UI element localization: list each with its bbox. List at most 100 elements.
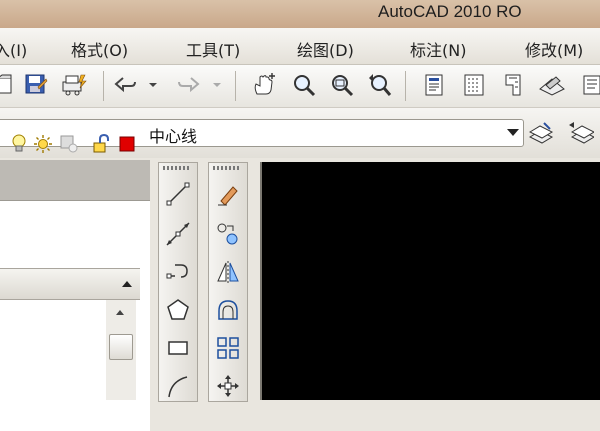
current-layer-name: 中心线 [149,127,198,146]
array-button[interactable] [213,333,243,363]
sheet-set-button[interactable] [576,71,600,99]
redo-dropdown[interactable] [210,71,224,99]
polyline-icon [166,264,188,279]
erase-icon [218,186,238,206]
sheet-set-icon [583,75,600,95]
menu-dimension[interactable]: 标注(N) [410,37,466,61]
markup-button[interactable] [538,71,566,99]
panel-list [0,300,104,400]
open-icon [0,74,12,94]
drawing-canvas[interactable] [260,162,600,400]
arc-icon [168,376,188,398]
menu-bar: 入(I) 格式(O) 工具(T) 绘图(D) 标注(N) 修改(M) [0,28,600,65]
properties-icon [425,74,443,96]
chevron-down-icon [149,83,157,87]
layer-combo[interactable]: 中心线 [0,119,524,153]
construction-line-button[interactable] [163,219,193,249]
viewport-sun-icon [60,135,78,153]
unlock-icon [93,134,109,153]
erase-button[interactable] [213,179,243,209]
layer-freeze-toggle[interactable] [33,134,53,154]
copy-button[interactable] [213,219,243,249]
design-center-icon [464,74,484,96]
menu-tools[interactable]: 工具(T) [186,37,240,61]
layer-viewport-freeze-toggle[interactable] [59,134,79,154]
menu-modify[interactable]: 修改(M) [525,37,583,61]
lightbulb-icon [12,134,26,152]
plot-button[interactable] [60,71,88,99]
color-swatch-icon [119,136,135,152]
properties-button[interactable] [420,71,448,99]
line-icon [166,182,190,206]
zoom-previous-icon [369,74,392,96]
zoom-window-icon [332,75,354,97]
scroll-up-arrow-icon[interactable] [116,310,124,315]
array-icon [217,337,239,359]
save-icon [25,74,48,94]
draw-toolbar [158,162,198,402]
layer-stack-icon [528,122,554,144]
redo-button[interactable] [174,71,202,99]
zoom-window-button[interactable] [328,71,356,99]
toolbar-grip[interactable] [163,166,191,170]
toolbar-grip[interactable] [213,166,241,170]
design-center-button[interactable] [460,71,488,99]
copy-icon [217,223,238,245]
tool-palettes-button[interactable] [500,71,528,99]
toolbar-separator [235,71,236,101]
pan-icon [254,73,275,95]
polyline-button[interactable] [163,257,193,287]
left-dock-panel [0,160,150,431]
collapse-arrow-icon[interactable] [122,281,132,287]
vertical-scrollbar[interactable] [106,300,136,400]
undo-dropdown[interactable] [146,71,160,99]
offset-icon [218,300,238,320]
modify-toolbar [208,162,248,402]
layer-lock-toggle[interactable] [91,134,111,154]
undo-icon [114,77,136,93]
markup-icon [539,76,565,96]
offset-button[interactable] [213,295,243,325]
scroll-thumb[interactable] [109,334,133,360]
layer-properties-button[interactable] [528,120,554,146]
save-button[interactable] [22,71,50,99]
zoom-realtime-icon [294,75,316,97]
chevron-down-icon[interactable] [507,129,519,136]
menu-draw[interactable]: 绘图(D) [297,37,354,61]
menu-insert[interactable]: 入(I) [0,37,27,61]
rectangle-icon [168,341,188,355]
layer-on-toggle[interactable] [9,134,29,154]
undo-button[interactable] [112,71,140,99]
menu-format[interactable]: 格式(O) [71,37,128,61]
panel-header [0,160,150,200]
mirror-icon [217,261,239,283]
zoom-previous-button[interactable] [366,71,394,99]
mirror-button[interactable] [213,257,243,287]
pan-button[interactable] [250,71,278,99]
chevron-down-icon [213,83,221,87]
tool-palettes-icon [505,74,521,96]
sun-icon [34,135,52,153]
zoom-realtime-button[interactable] [290,71,318,99]
layer-previous-button[interactable] [568,120,594,146]
redo-icon [178,77,200,93]
toolbar-separator [103,71,104,101]
layer-previous-icon [569,122,594,144]
plot-icon [62,74,87,96]
polygon-button[interactable] [163,295,193,325]
arc-button[interactable] [163,371,193,401]
sub-panel-header[interactable] [0,268,140,300]
layers-toolbar: 中心线 [0,108,600,158]
standard-toolbar [0,65,600,108]
polygon-icon [167,299,189,320]
toolbar-separator [405,71,406,101]
rectangle-button[interactable] [163,333,193,363]
open-button[interactable] [0,71,18,99]
construction-line-icon [166,222,190,246]
window-title: AutoCAD 2010 RO [378,2,522,21]
title-bar: AutoCAD 2010 RO [0,0,600,28]
move-icon [217,375,239,397]
line-button[interactable] [163,179,193,209]
layer-color-swatch[interactable] [117,134,137,154]
move-button[interactable] [213,371,243,401]
